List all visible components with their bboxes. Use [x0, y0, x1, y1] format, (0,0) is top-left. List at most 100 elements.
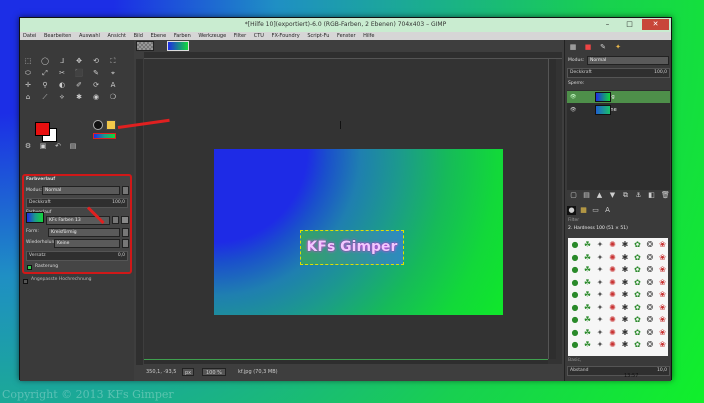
- menu-fx-foundry[interactable]: FX-Foundry: [272, 32, 300, 40]
- layer-row[interactable]: 👁 Ebene: [567, 104, 670, 116]
- brush-thumbnail[interactable]: ✱: [619, 239, 631, 251]
- brushes-tab-icon[interactable]: ✦: [612, 42, 624, 52]
- layer-row[interactable]: 👁 kf.jpg: [567, 91, 670, 103]
- brush-thumbnail[interactable]: ❂: [644, 339, 656, 351]
- tool-icon[interactable]: ⟡: [56, 92, 68, 102]
- close-button[interactable]: ✕: [642, 19, 669, 30]
- layer-opacity-slider[interactable]: Deckkraft 100,0: [567, 68, 670, 78]
- brush-thumbnail[interactable]: ❀: [657, 327, 669, 339]
- brush-thumbnail[interactable]: ✦: [594, 339, 606, 351]
- gradient-swatch[interactable]: [26, 212, 44, 223]
- brush-thumbnail[interactable]: ☘: [582, 239, 594, 251]
- brush-thumbnail[interactable]: ✱: [619, 264, 631, 276]
- new-layer-icon[interactable]: ▢: [570, 191, 577, 200]
- brush-thumbnail[interactable]: ✦: [594, 277, 606, 289]
- delete-layer-icon[interactable]: 🗑: [661, 191, 670, 200]
- text-layer[interactable]: KFs Gimper: [300, 230, 404, 265]
- brush-thumbnail[interactable]: ✱: [619, 289, 631, 301]
- menu-bild[interactable]: Bild: [134, 32, 143, 40]
- pattern-tab-icon[interactable]: ▦: [579, 206, 588, 215]
- brush-thumbnail[interactable]: ✿: [632, 277, 644, 289]
- menu-auswahl[interactable]: Auswahl: [79, 32, 100, 40]
- brush-thumbnail[interactable]: ✱: [619, 339, 631, 351]
- brush-thumbnail[interactable]: ●: [569, 239, 581, 251]
- brush-thumbnail[interactable]: ✿: [632, 239, 644, 251]
- brush-thumbnail[interactable]: ●: [569, 252, 581, 264]
- vertical-scrollbar[interactable]: [548, 59, 556, 359]
- tool-icon[interactable]: ✥: [73, 56, 85, 66]
- brush-thumbnail[interactable]: ●: [569, 314, 581, 326]
- menu-fenster[interactable]: Fenster: [337, 32, 356, 40]
- brush-thumbnail[interactable]: ✺: [607, 327, 619, 339]
- brush-thumbnail[interactable]: ✦: [594, 314, 606, 326]
- menu-datei[interactable]: Datei: [23, 32, 36, 40]
- mode-dropdown[interactable]: Normal: [42, 186, 120, 195]
- brush-thumbnail[interactable]: ☘: [582, 277, 594, 289]
- dither-checkbox[interactable]: [27, 265, 32, 270]
- tool-icon[interactable]: ᒧ: [56, 56, 68, 66]
- tool-icon[interactable]: ✱: [73, 92, 85, 102]
- menu-hilfe[interactable]: Hilfe: [363, 32, 374, 40]
- brush-thumbnail[interactable]: ❂: [644, 302, 656, 314]
- brush-thumbnail[interactable]: ✿: [632, 302, 644, 314]
- brush-thumbnail[interactable]: ❀: [657, 239, 669, 251]
- paths-tab-icon[interactable]: ✎: [597, 42, 609, 52]
- brush-tab-icon[interactable]: ●: [567, 206, 576, 215]
- brush-thumbnail[interactable]: ●: [569, 277, 581, 289]
- minimize-button[interactable]: –: [597, 19, 618, 30]
- tool-icon[interactable]: ✎: [90, 68, 102, 78]
- brush-thumbnail[interactable]: ●: [569, 302, 581, 314]
- brush-thumbnail[interactable]: ✺: [607, 302, 619, 314]
- brush-thumbnail[interactable]: ✺: [607, 314, 619, 326]
- offset-slider[interactable]: Versatz 0,0: [26, 251, 128, 261]
- tool-icon[interactable]: ◯: [39, 56, 51, 66]
- brush-thumbnail[interactable]: ✺: [607, 264, 619, 276]
- brush-thumbnail[interactable]: ✺: [607, 289, 619, 301]
- brush-thumbnail[interactable]: ●: [569, 339, 581, 351]
- brush-thumbnail[interactable]: ❀: [657, 264, 669, 276]
- brush-thumbnail[interactable]: ❂: [644, 327, 656, 339]
- brush-thumbnail[interactable]: ✱: [619, 277, 631, 289]
- eye-icon[interactable]: 👁: [570, 91, 576, 103]
- channels-tab-icon[interactable]: ■: [582, 42, 594, 52]
- reverse-gradient-icon[interactable]: [112, 216, 119, 224]
- tool-icon[interactable]: ❍: [107, 92, 119, 102]
- shape-dropdown[interactable]: Kreisförmig: [48, 228, 120, 237]
- brush-thumbnail[interactable]: ✱: [619, 327, 631, 339]
- raise-layer-icon[interactable]: ▲: [596, 191, 603, 200]
- tool-options-tab-icon[interactable]: ⚙: [22, 142, 34, 150]
- tool-icon[interactable]: ✛: [22, 80, 34, 90]
- tool-icon[interactable]: ⌖: [107, 68, 119, 78]
- tool-icon[interactable]: ⬛: [73, 68, 85, 78]
- opacity-slider[interactable]: Deckkraft 100,0: [26, 198, 128, 208]
- vertical-ruler[interactable]: [136, 59, 143, 365]
- tool-icon[interactable]: ⛶: [107, 56, 119, 66]
- brush-preview-icon[interactable]: [93, 120, 103, 130]
- tool-icon[interactable]: ⌂: [22, 92, 34, 102]
- brush-thumbnail[interactable]: ❀: [657, 314, 669, 326]
- brush-thumbnail[interactable]: ✱: [619, 252, 631, 264]
- brush-thumbnail[interactable]: ✱: [619, 314, 631, 326]
- menu-ctu[interactable]: CTU: [254, 32, 264, 40]
- font-tab-icon[interactable]: A: [603, 206, 612, 215]
- horizontal-scrollbar[interactable]: [144, 359, 548, 364]
- brush-thumbnail[interactable]: ✦: [594, 302, 606, 314]
- horizontal-ruler[interactable]: [144, 52, 562, 59]
- brush-thumbnail[interactable]: ☘: [582, 252, 594, 264]
- brush-thumbnail[interactable]: ❂: [644, 314, 656, 326]
- gradient-preview[interactable]: [93, 133, 116, 139]
- menu-werkzeuge[interactable]: Werkzeuge: [198, 32, 226, 40]
- gradient-tab-icon[interactable]: ▭: [591, 206, 600, 215]
- canvas-viewport[interactable]: KFs Gimper: [144, 59, 562, 364]
- brush-thumbnail[interactable]: ✿: [632, 289, 644, 301]
- tool-icon[interactable]: ◉: [90, 92, 102, 102]
- layer-mode-dropdown[interactable]: Normal: [587, 56, 669, 65]
- images-tab-icon[interactable]: ▤: [67, 142, 79, 150]
- brush-thumbnail[interactable]: ●: [569, 289, 581, 301]
- brush-thumbnail[interactable]: ✿: [632, 327, 644, 339]
- menu-farben[interactable]: Farben: [174, 32, 191, 40]
- pattern-preview-icon[interactable]: [106, 120, 116, 130]
- repeat-dropdown[interactable]: Keine: [54, 239, 120, 248]
- menu-ansicht[interactable]: Ansicht: [108, 32, 126, 40]
- tool-icon[interactable]: ⟋: [39, 92, 51, 102]
